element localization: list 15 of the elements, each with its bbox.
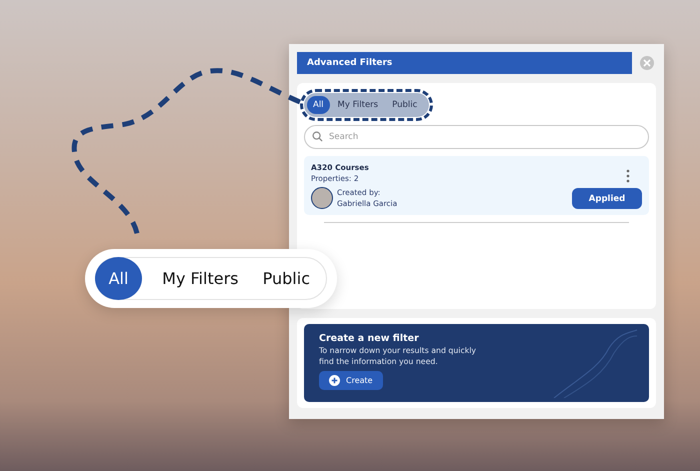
create-button[interactable]: Create xyxy=(319,371,383,390)
banner-title: Create a new filter xyxy=(319,333,419,344)
panel-title: Advanced Filters xyxy=(297,52,632,74)
filter-tab[interactable]: All xyxy=(307,96,330,114)
filter-tab[interactable]: My Filters xyxy=(332,96,384,114)
filter-tab[interactable]: My Filters xyxy=(158,269,242,288)
filter-tab[interactable]: Public xyxy=(386,96,424,114)
filter-tab[interactable]: Public xyxy=(258,269,314,288)
search-icon xyxy=(312,131,323,142)
avatar xyxy=(311,187,333,209)
plus-icon xyxy=(329,375,340,386)
more-icon[interactable] xyxy=(626,169,630,183)
applied-button[interactable]: Applied xyxy=(572,188,642,209)
search-field[interactable]: Search xyxy=(304,125,649,149)
filter-tab[interactable]: All xyxy=(95,256,142,300)
